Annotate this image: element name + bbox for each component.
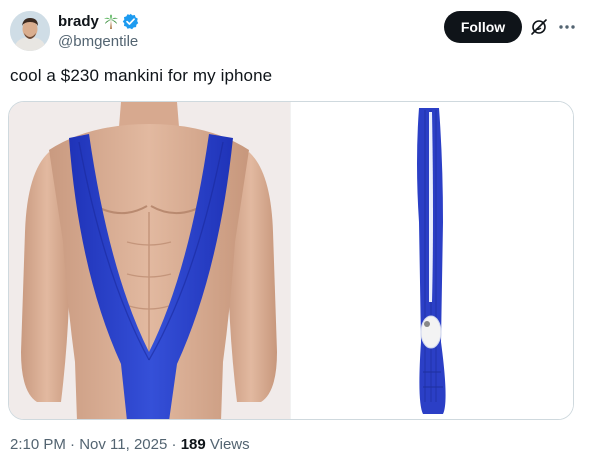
tweet-date[interactable]: Nov 11, 2025 bbox=[79, 436, 167, 453]
views-label: Views bbox=[205, 436, 250, 453]
avatar[interactable] bbox=[10, 11, 50, 51]
verified-badge-icon[interactable] bbox=[122, 13, 139, 30]
mannequin-image[interactable] bbox=[9, 102, 290, 419]
views-count: 189 bbox=[180, 436, 206, 453]
more-icon[interactable] bbox=[556, 16, 578, 38]
tweet-header: brady @bmgentile Follow bbox=[10, 10, 581, 54]
handle[interactable]: @bmgentile bbox=[58, 33, 139, 50]
author-names: brady @bmgentile bbox=[58, 12, 139, 50]
grok-icon[interactable] bbox=[530, 18, 548, 36]
tweet-meta: 2:10 PM · Nov 11, 2025 · 189 Views bbox=[10, 436, 250, 453]
separator: · bbox=[65, 436, 80, 453]
separator: · bbox=[167, 436, 181, 453]
tweet-text: cool a $230 mankini for my iphone bbox=[10, 66, 273, 85]
display-name[interactable]: brady bbox=[58, 13, 99, 30]
tweet-media[interactable] bbox=[8, 101, 574, 420]
tweet-time[interactable]: 2:10 PM bbox=[10, 436, 66, 453]
follow-button[interactable]: Follow bbox=[444, 11, 522, 43]
phone-case-image[interactable] bbox=[290, 102, 573, 419]
palm-tree-icon bbox=[103, 14, 119, 30]
